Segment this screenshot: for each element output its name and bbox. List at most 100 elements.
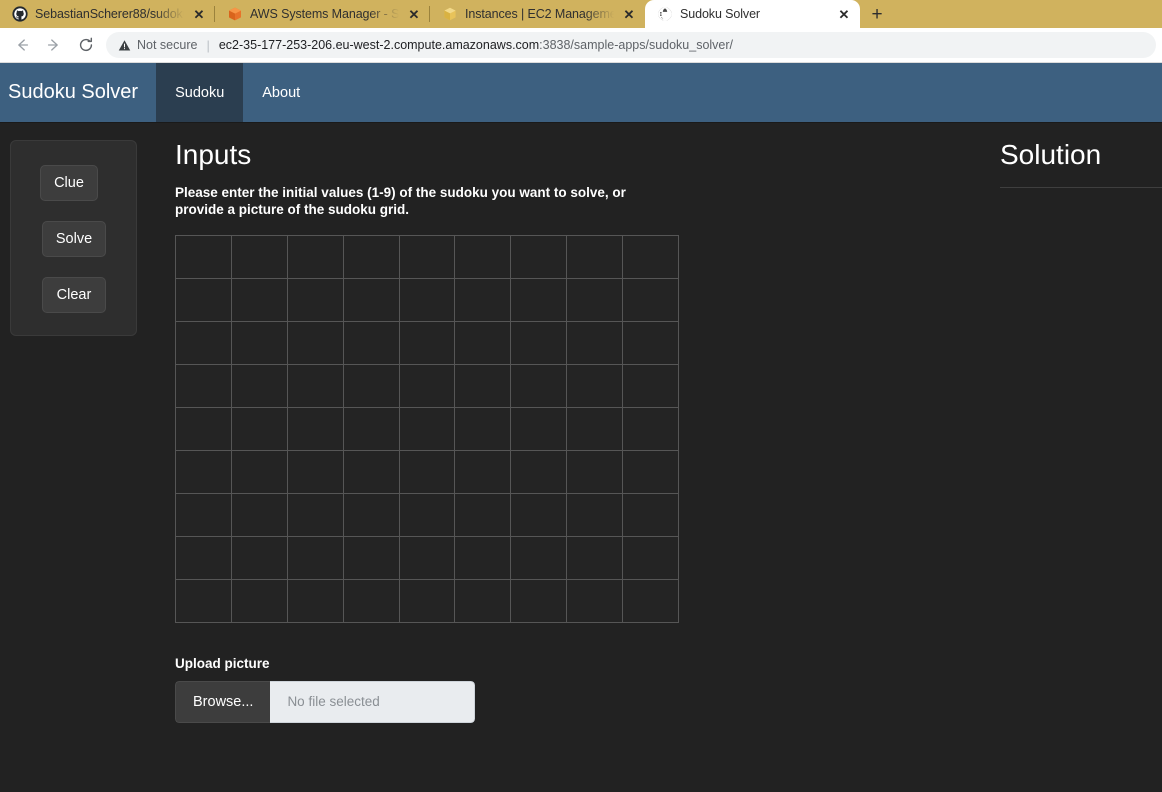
sudoku-cell[interactable] bbox=[567, 493, 624, 537]
sudoku-cell[interactable] bbox=[287, 235, 344, 279]
browser-tab-aws-systems-manager[interactable]: AWS Systems Manager - Session ✕ bbox=[214, 0, 430, 28]
sudoku-cell[interactable] bbox=[176, 450, 232, 494]
sudoku-cell[interactable] bbox=[567, 278, 624, 322]
sudoku-cell[interactable] bbox=[455, 364, 512, 408]
sudoku-cell[interactable] bbox=[399, 579, 456, 623]
sudoku-cell[interactable] bbox=[455, 493, 512, 537]
clue-button[interactable]: Clue bbox=[40, 165, 98, 201]
not-secure-indicator[interactable]: Not secure bbox=[118, 38, 197, 52]
sudoku-cell[interactable] bbox=[455, 450, 512, 494]
close-icon[interactable]: ✕ bbox=[191, 6, 207, 22]
sudoku-cell[interactable] bbox=[399, 364, 456, 408]
sudoku-cell[interactable] bbox=[511, 450, 568, 494]
sudoku-cell[interactable] bbox=[623, 579, 679, 623]
sudoku-cell[interactable] bbox=[511, 493, 568, 537]
sudoku-cell[interactable] bbox=[176, 579, 232, 623]
sudoku-cell[interactable] bbox=[287, 407, 344, 451]
sudoku-cell[interactable] bbox=[231, 493, 288, 537]
sudoku-grid[interactable] bbox=[175, 234, 679, 623]
sudoku-cell[interactable] bbox=[287, 278, 344, 322]
sudoku-cell[interactable] bbox=[176, 407, 232, 451]
sudoku-cell[interactable] bbox=[455, 278, 512, 322]
sudoku-cell[interactable] bbox=[176, 536, 232, 580]
sudoku-cell[interactable] bbox=[231, 235, 288, 279]
sudoku-cell[interactable] bbox=[623, 493, 679, 537]
close-icon[interactable]: ✕ bbox=[836, 6, 852, 22]
sudoku-cell[interactable] bbox=[511, 536, 568, 580]
sudoku-cell[interactable] bbox=[399, 493, 456, 537]
sudoku-cell[interactable] bbox=[343, 579, 400, 623]
sudoku-cell[interactable] bbox=[623, 407, 679, 451]
sudoku-cell[interactable] bbox=[623, 536, 679, 580]
sudoku-cell[interactable] bbox=[567, 536, 624, 580]
sudoku-cell[interactable] bbox=[176, 321, 232, 365]
sudoku-cell[interactable] bbox=[567, 235, 624, 279]
sudoku-cell[interactable] bbox=[567, 579, 624, 623]
sudoku-cell[interactable] bbox=[343, 235, 400, 279]
sudoku-cell[interactable] bbox=[231, 278, 288, 322]
new-tab-button[interactable]: + bbox=[860, 0, 894, 28]
sudoku-cell[interactable] bbox=[231, 364, 288, 408]
solve-button[interactable]: Solve bbox=[42, 221, 106, 257]
sudoku-cell[interactable] bbox=[231, 450, 288, 494]
sudoku-cell[interactable] bbox=[343, 450, 400, 494]
sudoku-cell[interactable] bbox=[231, 536, 288, 580]
nav-tab-about[interactable]: About bbox=[243, 63, 319, 122]
back-arrow-icon[interactable] bbox=[6, 31, 38, 59]
sudoku-cell[interactable] bbox=[231, 407, 288, 451]
sudoku-cell[interactable] bbox=[176, 364, 232, 408]
sudoku-cell[interactable] bbox=[623, 450, 679, 494]
sudoku-cell[interactable] bbox=[343, 321, 400, 365]
sudoku-cell[interactable] bbox=[343, 364, 400, 408]
nav-tab-sudoku[interactable]: Sudoku bbox=[156, 63, 244, 122]
sudoku-cell[interactable] bbox=[455, 321, 512, 365]
sudoku-cell[interactable] bbox=[399, 407, 456, 451]
sudoku-cell[interactable] bbox=[287, 321, 344, 365]
sudoku-cell[interactable] bbox=[231, 321, 288, 365]
sudoku-cell[interactable] bbox=[287, 579, 344, 623]
sudoku-cell[interactable] bbox=[511, 407, 568, 451]
sudoku-cell[interactable] bbox=[343, 493, 400, 537]
sudoku-cell[interactable] bbox=[455, 536, 512, 580]
sudoku-cell[interactable] bbox=[287, 536, 344, 580]
sudoku-cell[interactable] bbox=[399, 235, 456, 279]
sudoku-cell[interactable] bbox=[399, 321, 456, 365]
browser-tab-sudoku-solver[interactable]: Sudoku Solver ✕ bbox=[645, 0, 860, 28]
sudoku-cell[interactable] bbox=[623, 278, 679, 322]
sudoku-cell[interactable] bbox=[567, 407, 624, 451]
browse-button[interactable]: Browse... bbox=[175, 680, 271, 723]
file-upload-control[interactable]: Browse... No file selected bbox=[175, 680, 475, 723]
sudoku-cell[interactable] bbox=[567, 364, 624, 408]
sudoku-cell[interactable] bbox=[399, 278, 456, 322]
sudoku-cell[interactable] bbox=[176, 278, 232, 322]
sudoku-cell[interactable] bbox=[343, 407, 400, 451]
sudoku-cell[interactable] bbox=[567, 450, 624, 494]
sudoku-cell[interactable] bbox=[287, 493, 344, 537]
close-icon[interactable]: ✕ bbox=[406, 6, 422, 22]
address-bar[interactable]: Not secure | ec2-35-177-253-206.eu-west-… bbox=[106, 32, 1156, 58]
sudoku-cell[interactable] bbox=[511, 235, 568, 279]
close-icon[interactable]: ✕ bbox=[621, 6, 637, 22]
sudoku-cell[interactable] bbox=[511, 364, 568, 408]
sudoku-cell[interactable] bbox=[287, 364, 344, 408]
app-brand[interactable]: Sudoku Solver bbox=[0, 63, 156, 122]
sudoku-cell[interactable] bbox=[343, 536, 400, 580]
sudoku-cell[interactable] bbox=[511, 321, 568, 365]
sudoku-cell[interactable] bbox=[399, 450, 456, 494]
forward-arrow-icon[interactable] bbox=[38, 31, 70, 59]
sudoku-cell[interactable] bbox=[176, 235, 232, 279]
reload-icon[interactable] bbox=[70, 31, 102, 59]
sudoku-cell[interactable] bbox=[455, 235, 512, 279]
sudoku-cell[interactable] bbox=[623, 364, 679, 408]
sudoku-cell[interactable] bbox=[567, 321, 624, 365]
sudoku-cell[interactable] bbox=[511, 278, 568, 322]
sudoku-cell[interactable] bbox=[399, 536, 456, 580]
sudoku-cell[interactable] bbox=[455, 407, 512, 451]
clear-button[interactable]: Clear bbox=[42, 277, 106, 313]
sudoku-cell[interactable] bbox=[343, 278, 400, 322]
sudoku-cell[interactable] bbox=[455, 579, 512, 623]
sudoku-cell[interactable] bbox=[176, 493, 232, 537]
browser-tab-github[interactable]: SebastianScherer88/sudoku_solve ✕ bbox=[0, 0, 215, 28]
browser-tab-ec2-instances[interactable]: Instances | EC2 Management Con ✕ bbox=[429, 0, 645, 28]
sudoku-cell[interactable] bbox=[623, 235, 679, 279]
